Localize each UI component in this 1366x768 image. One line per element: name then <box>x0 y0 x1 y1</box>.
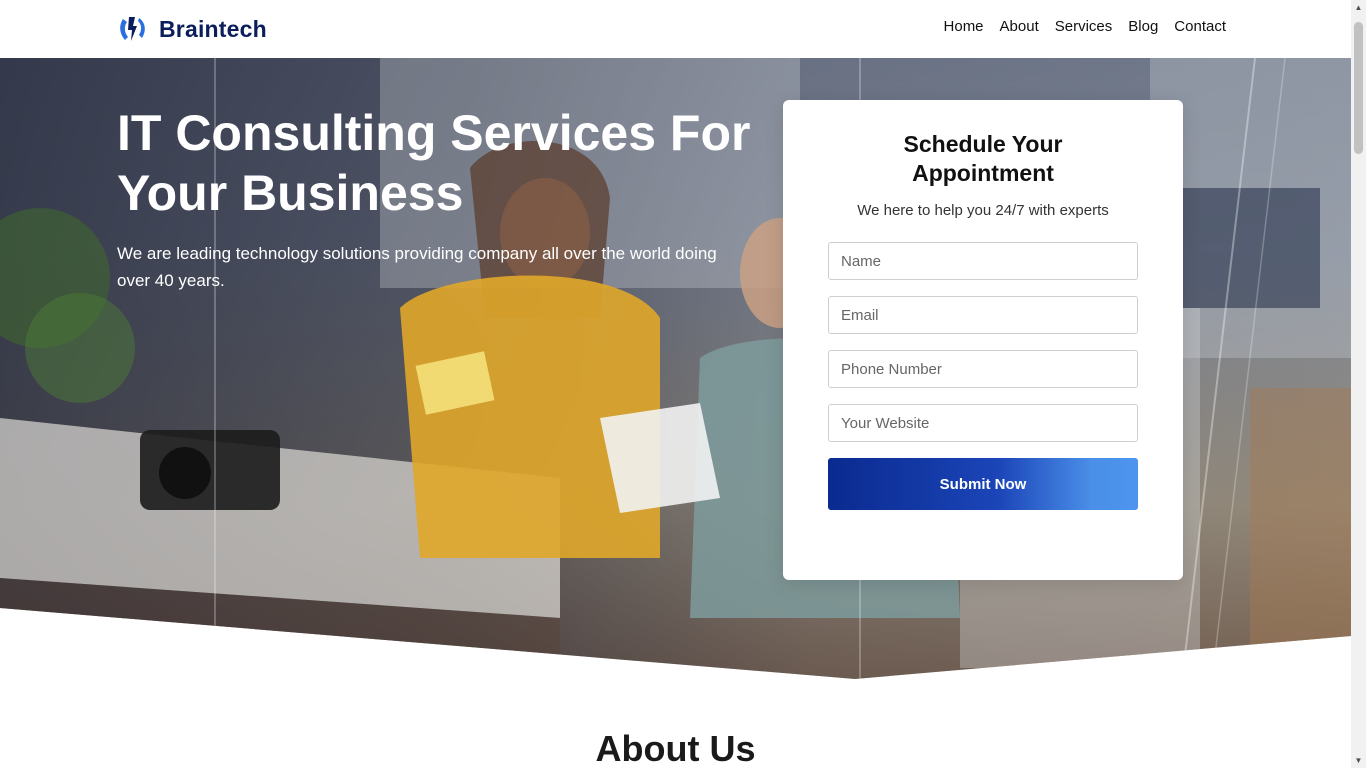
name-input[interactable] <box>828 242 1138 280</box>
nav-blog[interactable]: Blog <box>1128 18 1158 35</box>
scrollbar-thumb[interactable] <box>1354 22 1363 154</box>
hero-description: We are leading technology solutions prov… <box>117 244 717 290</box>
scroll-down-arrow-icon[interactable]: ▼ <box>1351 753 1366 768</box>
form-subtitle: We here to help you 24/7 with experts <box>857 202 1109 219</box>
scroll-up-arrow-icon[interactable]: ▲ <box>1351 0 1366 15</box>
form-title: Schedule Your Appointment <box>903 131 1063 186</box>
phone-input[interactable] <box>828 350 1138 388</box>
nav-about[interactable]: About <box>1000 18 1039 35</box>
main-nav: Home About Services Blog Contact <box>944 18 1226 35</box>
website-input[interactable] <box>828 404 1138 442</box>
site-header: Braintech Home About Services Blog Conta… <box>0 0 1351 58</box>
braintech-logo-icon <box>120 17 145 41</box>
nav-contact[interactable]: Contact <box>1174 18 1226 35</box>
nav-home[interactable]: Home <box>944 18 984 35</box>
about-section-title: About Us <box>595 728 756 768</box>
hero-title: IT Consulting Services For Your Business <box>117 105 751 221</box>
email-input[interactable] <box>828 296 1138 334</box>
brand-logo[interactable]: Braintech <box>117 12 267 46</box>
page-scrollbar[interactable]: ▲ ▼ <box>1351 0 1366 768</box>
appointment-form-card: Schedule Your Appointment We here to hel… <box>783 100 1183 580</box>
nav-services[interactable]: Services <box>1055 18 1113 35</box>
brand-name: Braintech <box>159 15 267 42</box>
page: Braintech Home About Services Blog Conta… <box>0 0 1366 768</box>
submit-button[interactable]: Submit Now <box>828 458 1138 510</box>
